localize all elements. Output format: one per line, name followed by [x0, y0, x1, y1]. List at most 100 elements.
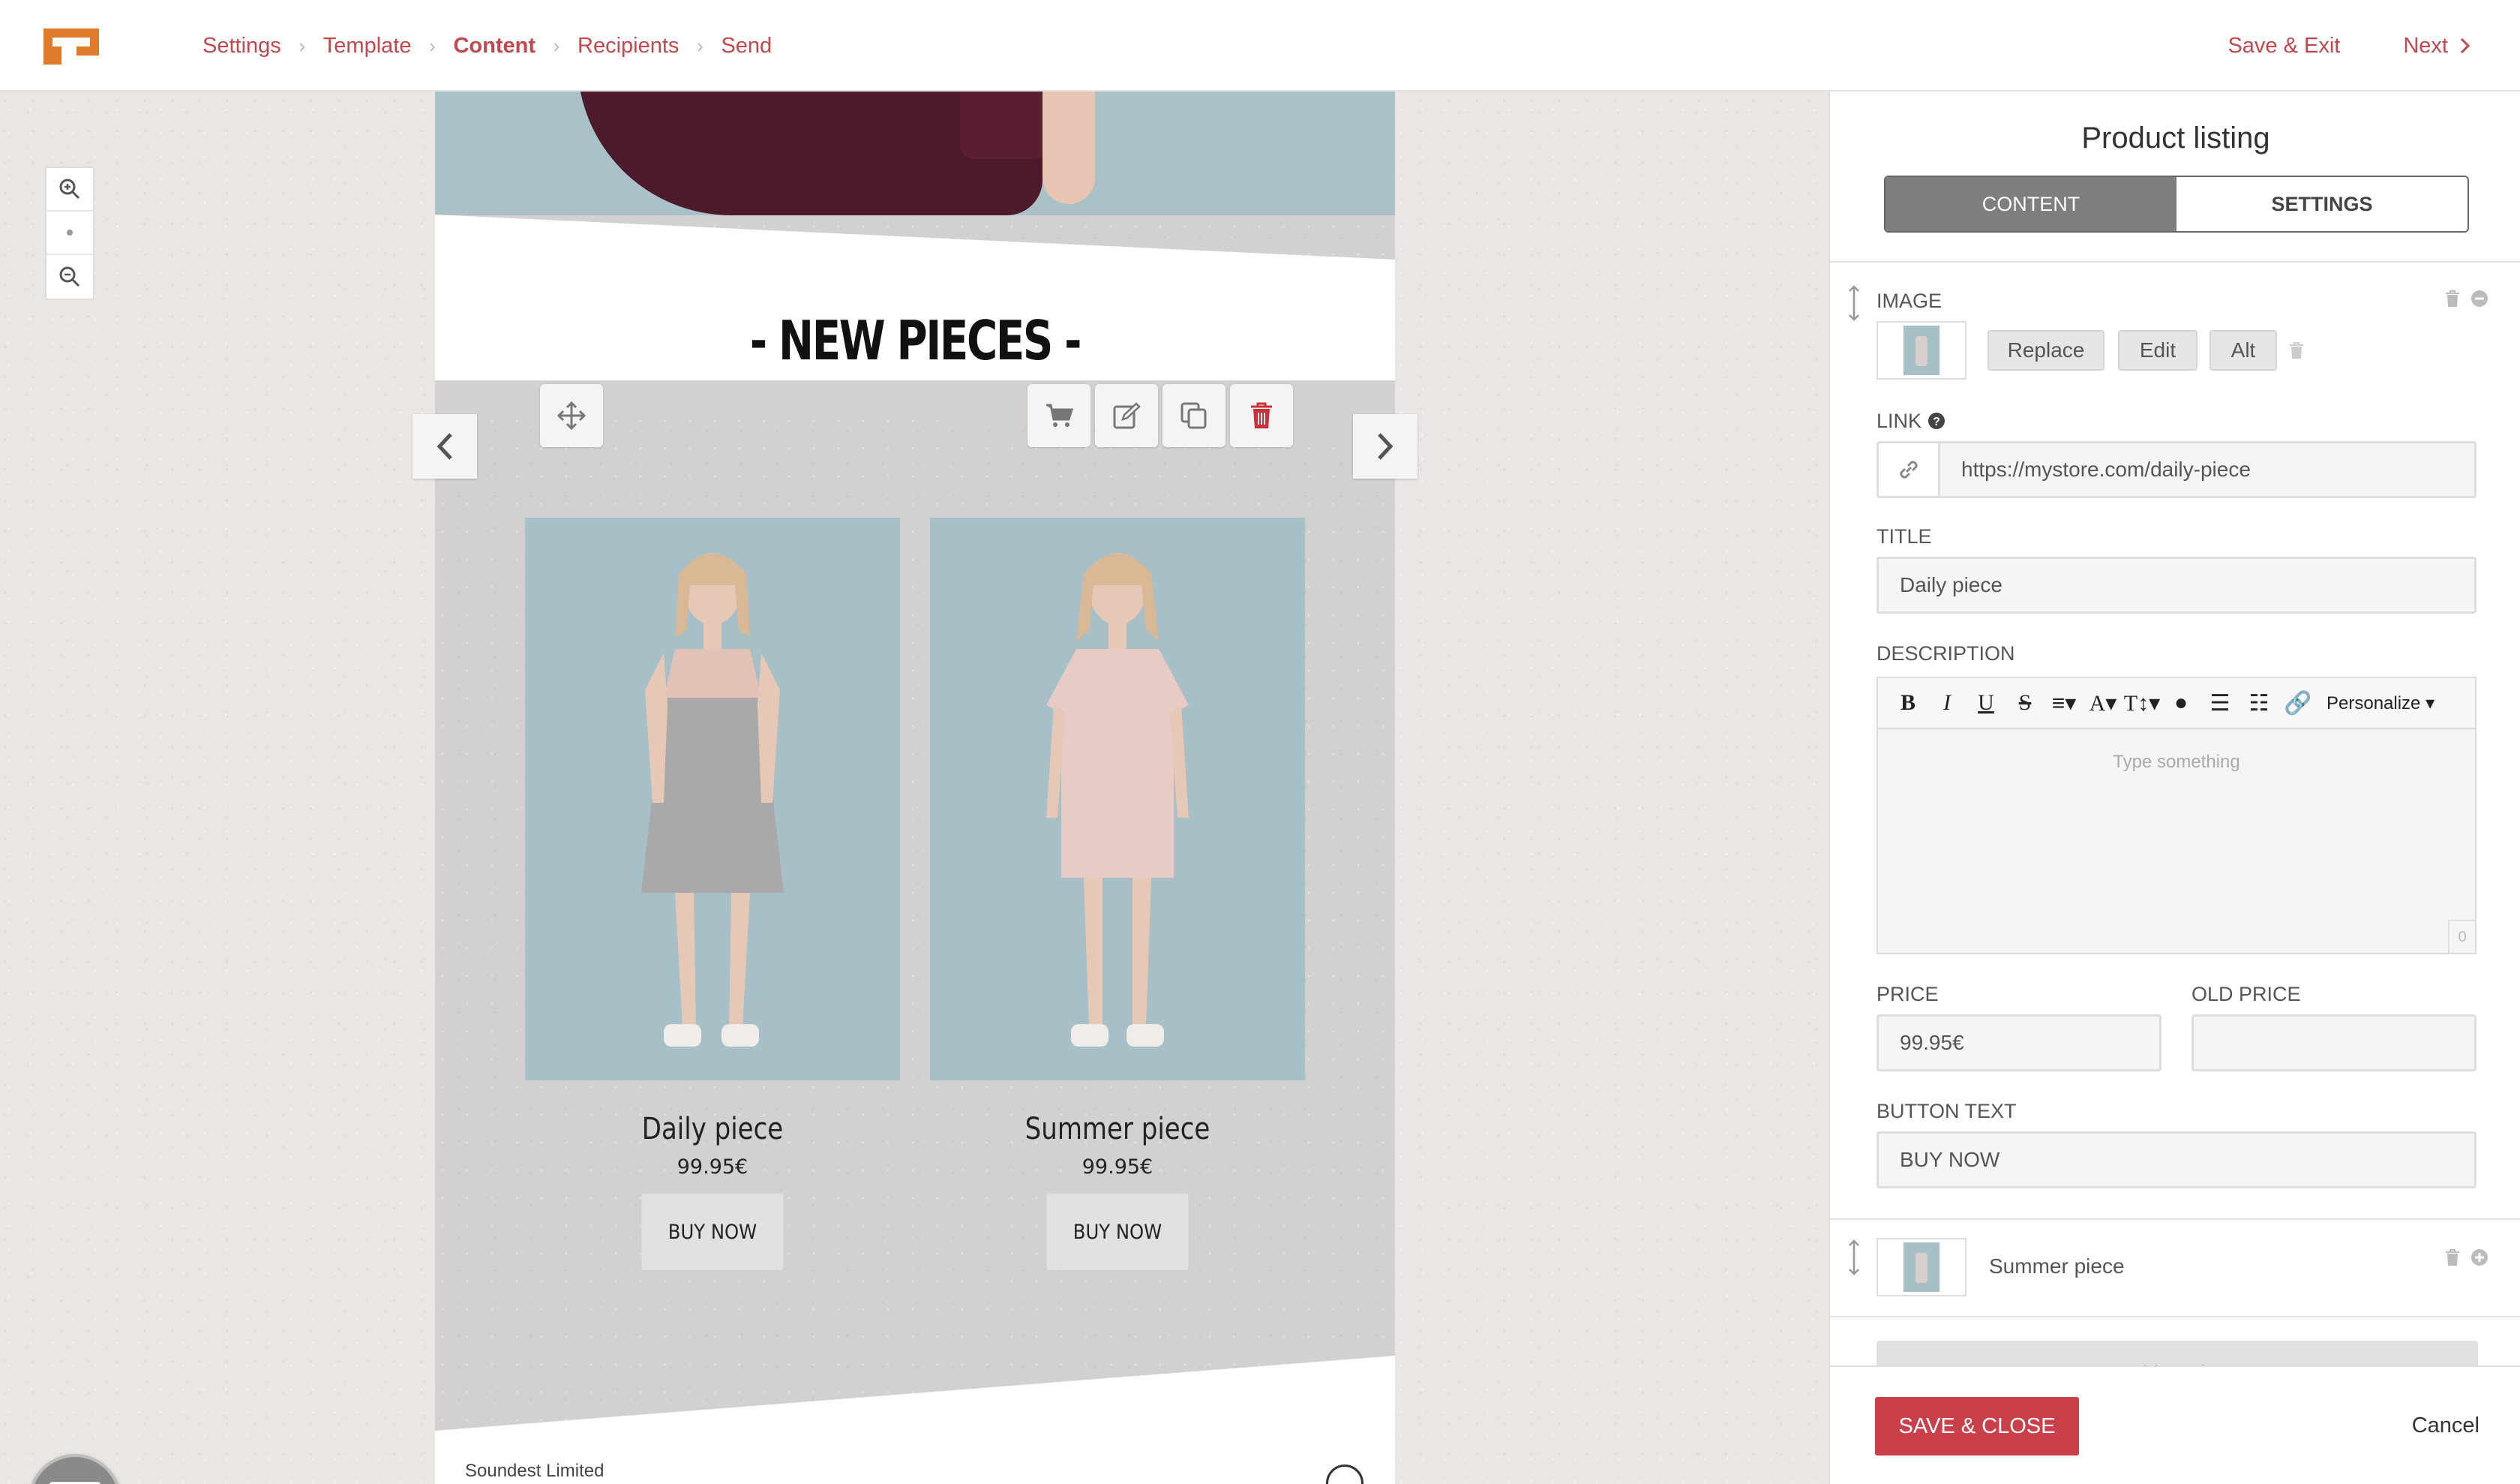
chevron-left-icon: [436, 433, 452, 460]
chat-launcher-button[interactable]: [28, 1454, 122, 1484]
link-icon-box: [1879, 443, 1940, 496]
price-label: PRICE: [1876, 983, 1939, 1005]
underline-icon[interactable]: U: [1966, 690, 2006, 716]
zoom-in-button[interactable]: [46, 168, 93, 212]
divider: [1830, 1316, 2520, 1317]
chevron-right-icon: ›: [697, 34, 704, 57]
tab-content[interactable]: CONTENT: [1886, 177, 2176, 231]
personalize-dropdown[interactable]: Personalize ▾: [2326, 692, 2434, 714]
trash-icon[interactable]: [2445, 1248, 2460, 1266]
wizard-breadcrumb: Settings › Template › Content › Recipien…: [202, 0, 772, 92]
image-label: IMAGE: [1876, 290, 1942, 312]
zoom-controls: [45, 167, 94, 300]
product-name: Daily piece: [641, 1112, 784, 1146]
zoom-out-icon: [59, 266, 80, 287]
font-color-icon[interactable]: A▾: [2084, 690, 2122, 716]
step-send[interactable]: Send: [721, 34, 772, 59]
product-thumbnail[interactable]: [1876, 1238, 1966, 1296]
button-text-input[interactable]: BUY NOW: [1876, 1131, 2476, 1188]
drag-handle-icon[interactable]: [1846, 1239, 1862, 1275]
description-placeholder: Type something: [2113, 752, 2240, 772]
font-size-icon[interactable]: T↕▾: [2122, 690, 2162, 716]
collapsed-product-title[interactable]: Summer piece: [1989, 1254, 2125, 1278]
save-exit-link[interactable]: Save & Exit: [2228, 34, 2340, 59]
highlight-drop-icon[interactable]: ●: [2162, 690, 2200, 716]
link-field: https://mystore.com/daily-piece: [1876, 441, 2476, 498]
facebook-icon[interactable]: [1326, 1464, 1364, 1484]
model-grey-dress-image: [641, 553, 784, 1047]
product-image[interactable]: [930, 518, 1305, 1080]
alt-text-button[interactable]: Alt: [2210, 330, 2277, 371]
collapse-minus-icon[interactable]: [2470, 290, 2488, 308]
product-name: Summer piece: [1024, 1112, 1210, 1146]
product-image[interactable]: [525, 518, 900, 1080]
panel-title: Product listing: [2081, 122, 2270, 155]
bold-icon[interactable]: B: [1888, 690, 1928, 716]
divider: [1830, 261, 2520, 263]
image-thumbnail[interactable]: [1876, 321, 1966, 380]
step-settings[interactable]: Settings: [202, 34, 281, 59]
zoom-in-icon: [59, 179, 80, 200]
align-icon[interactable]: ≡▾: [2044, 690, 2084, 716]
help-icon[interactable]: ?: [1928, 412, 1946, 430]
edit-pencil-icon: [1113, 402, 1141, 429]
link-input[interactable]: https://mystore.com/daily-piece: [1940, 443, 2474, 496]
properties-panel: Product listing CONTENT SETTINGS IMAGE R…: [1828, 92, 2520, 1484]
previous-product-button[interactable]: [412, 414, 477, 479]
edit-image-button[interactable]: Edit: [2118, 330, 2198, 371]
description-editor[interactable]: Type something 0: [1876, 729, 2476, 954]
cancel-link[interactable]: Cancel: [2412, 1413, 2480, 1438]
trash-icon[interactable]: [2445, 290, 2460, 308]
old-price-input[interactable]: [2192, 1014, 2476, 1071]
product-cart-button[interactable]: [1028, 384, 1090, 447]
product-card[interactable]: Summer piece 99.95€ BUY NOW: [930, 518, 1305, 1270]
strikethrough-icon[interactable]: S: [2006, 690, 2044, 716]
buy-now-button[interactable]: BUY NOW: [1046, 1194, 1189, 1270]
link-icon[interactable]: 🔗: [2278, 690, 2318, 716]
title-input[interactable]: Daily piece: [1876, 557, 2476, 614]
step-template[interactable]: Template: [323, 34, 412, 59]
product-price: 99.95€: [1082, 1155, 1154, 1179]
drag-handle-icon[interactable]: [1846, 285, 1862, 321]
link-label-text: LINK: [1876, 410, 1922, 432]
price-input[interactable]: 99.95€: [1876, 1014, 2162, 1071]
character-count: 0: [2448, 920, 2475, 953]
tab-settings[interactable]: SETTINGS: [2176, 177, 2468, 231]
chevron-right-icon: [2460, 38, 2470, 54]
delete-block-button[interactable]: [1230, 384, 1293, 447]
move-block-button[interactable]: [540, 384, 603, 447]
zoom-out-button[interactable]: [46, 255, 93, 299]
replace-image-button[interactable]: Replace: [1988, 330, 2104, 371]
app-logo-icon[interactable]: [44, 29, 99, 65]
duplicate-block-button[interactable]: [1162, 384, 1226, 447]
bulleted-list-icon[interactable]: ☰: [2200, 690, 2240, 716]
chevron-right-icon: [1378, 433, 1394, 460]
save-close-button[interactable]: SAVE & CLOSE: [1875, 1397, 2079, 1455]
panel-footer: SAVE & CLOSE Cancel: [1830, 1365, 2520, 1484]
next-product-button[interactable]: [1353, 414, 1418, 479]
step-content[interactable]: Content: [453, 34, 536, 59]
svg-text:?: ?: [1933, 416, 1940, 428]
shopping-cart-icon: [1046, 404, 1073, 427]
top-navigation-bar: Settings › Template › Content › Recipien…: [0, 0, 2520, 92]
personalize-label: Personalize: [2326, 692, 2421, 713]
product-card[interactable]: Daily piece 99.95€ BUY NOW: [525, 518, 900, 1270]
next-label: Next: [2403, 33, 2448, 58]
divider: [1830, 1218, 2520, 1220]
italic-icon[interactable]: I: [1928, 690, 1966, 716]
editor-canvas: - NEW PIECES - Daily piece 99.95€ BUY NO…: [0, 92, 1830, 1484]
block-toolbar: [1028, 384, 1293, 447]
step-recipients[interactable]: Recipients: [578, 34, 679, 59]
chevron-right-icon: ›: [298, 34, 306, 57]
next-button[interactable]: Next: [2403, 34, 2470, 59]
hero-arm: [1042, 92, 1095, 204]
hero-image: [435, 92, 1395, 215]
numbered-list-icon[interactable]: ☷: [2240, 690, 2278, 716]
link-label: LINK ?: [1876, 410, 1946, 433]
edit-block-button[interactable]: [1095, 384, 1158, 447]
zoom-reset-button[interactable]: [46, 212, 93, 255]
remove-image-icon[interactable]: [2289, 341, 2304, 359]
product-price: 99.95€: [676, 1155, 748, 1179]
expand-plus-icon[interactable]: [2470, 1248, 2488, 1266]
buy-now-button[interactable]: BUY NOW: [641, 1194, 784, 1270]
